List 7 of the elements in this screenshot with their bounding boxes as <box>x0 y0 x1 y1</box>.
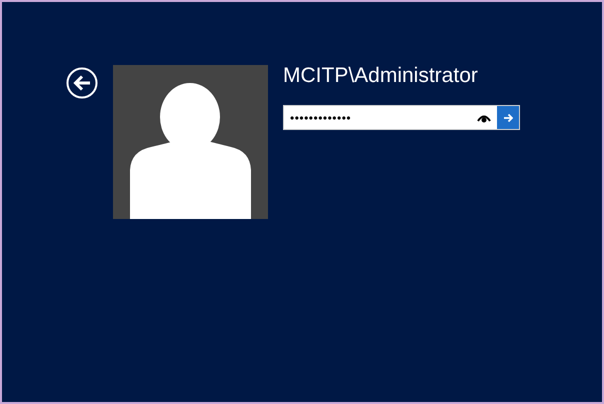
user-name: MCITP\Administrator <box>283 64 479 88</box>
reveal-password-icon[interactable] <box>477 112 491 122</box>
password-field[interactable]: ••••••••••••• <box>283 105 520 130</box>
password-value: ••••••••••••• <box>289 110 352 126</box>
submit-button[interactable] <box>497 106 519 129</box>
back-icon[interactable] <box>66 67 98 99</box>
arrow-icon <box>503 112 513 122</box>
